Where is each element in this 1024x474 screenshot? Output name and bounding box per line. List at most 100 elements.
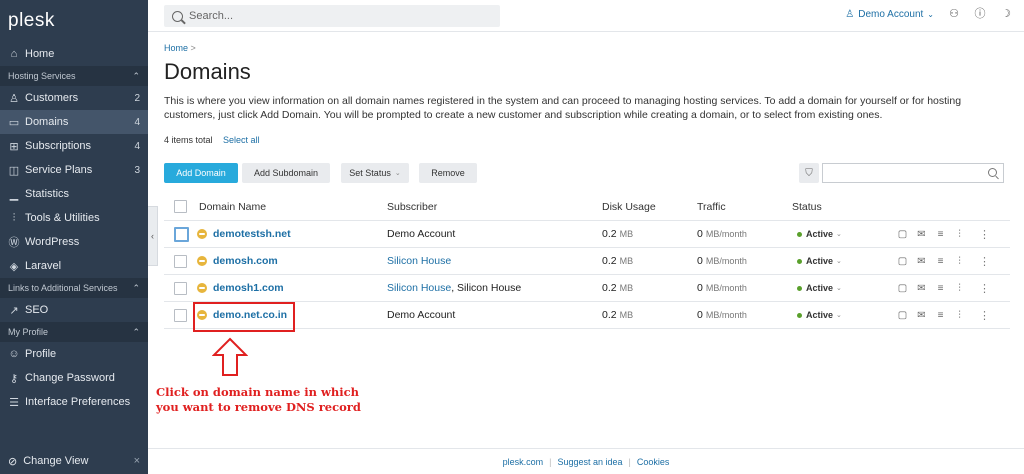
plesk-logo[interactable]: plesk: [0, 0, 148, 42]
up-arrow-annotation: [212, 337, 248, 376]
footer: plesk.com | Suggest an idea | Cookies: [148, 448, 1024, 474]
list-meta: 4 items total Select all: [164, 135, 1010, 145]
settings-sliders-icon[interactable]: ⫶: [954, 256, 965, 267]
status-dot: [797, 231, 802, 237]
footer-link-suggest[interactable]: Suggest an idea: [557, 457, 622, 467]
mail-icon[interactable]: ✉: [916, 256, 927, 267]
status-dropdown[interactable]: Active ⌄: [797, 221, 842, 247]
sidebar-item-subscriptions[interactable]: ⊞ Subscriptions 4: [0, 134, 148, 158]
chevron-down-icon: ⌄: [836, 312, 842, 319]
settings-sliders-icon[interactable]: ⫶: [954, 283, 965, 294]
status-dropdown[interactable]: Active ⌄: [797, 302, 842, 328]
section-links[interactable]: Links to Additional Services ⌃: [0, 278, 148, 298]
section-my-profile[interactable]: My Profile ⌃: [0, 322, 148, 342]
filter-button[interactable]: ⛉: [799, 163, 819, 183]
close-icon[interactable]: ×: [134, 455, 140, 467]
footer-link-plesk[interactable]: plesk.com: [503, 457, 544, 467]
sidebar-item-wordpress[interactable]: Ⓦ WordPress: [0, 230, 148, 254]
chevron-down-icon: ⌄: [836, 285, 842, 292]
domain-link[interactable]: demotestsh.net: [213, 228, 291, 240]
settings-sliders-icon[interactable]: ⫶: [954, 310, 965, 321]
mail-icon[interactable]: ✉: [916, 283, 927, 294]
add-subdomain-button[interactable]: Add Subdomain: [242, 163, 330, 183]
row-checkbox[interactable]: [174, 308, 187, 322]
more-menu-icon[interactable]: ⋮: [979, 275, 990, 301]
subscriber-name[interactable]: Silicon House: [387, 255, 451, 267]
mail-icon[interactable]: ✉: [916, 310, 927, 321]
column-header-domain[interactable]: Domain Name: [199, 193, 266, 220]
column-header-subscriber[interactable]: Subscriber: [387, 193, 437, 220]
domain-link[interactable]: demosh.com: [213, 255, 278, 267]
collapse-sidebar-toggle[interactable]: ‹: [148, 206, 158, 266]
sidebar-item-profile[interactable]: ☺ Profile: [0, 342, 148, 366]
row-checkbox[interactable]: [174, 226, 189, 242]
mail-icon[interactable]: ✉: [916, 229, 927, 240]
account-menu[interactable]: ♙ Demo Account ⌄: [845, 9, 934, 20]
list-search-input[interactable]: [822, 163, 1004, 183]
sidebar-item-domains[interactable]: ▭ Domains 4: [0, 110, 148, 134]
settings-sliders-icon[interactable]: ⫶: [954, 229, 965, 240]
table-row[interactable]: demosh.com Silicon House 0.2 MB 0 MB/month Act…: [164, 248, 1010, 275]
row-checkbox[interactable]: [174, 281, 187, 295]
status-text: Active: [806, 256, 834, 266]
chevron-up-icon: ⌃: [132, 282, 140, 293]
monitor-icon: ▭: [8, 116, 20, 129]
folder-icon[interactable]: ▢: [897, 256, 908, 267]
domain-link[interactable]: demosh1.com: [213, 282, 284, 294]
select-all-link[interactable]: Select all: [223, 135, 260, 145]
help-community-icon[interactable]: ⚇: [948, 8, 960, 20]
table-row[interactable]: demotestsh.net Demo Account 0.2 MB 0 MB/month…: [164, 221, 1010, 248]
status-dropdown[interactable]: Active ⌄: [797, 248, 842, 274]
column-header-status[interactable]: Status: [792, 193, 822, 220]
more-menu-icon[interactable]: ⋮: [979, 302, 990, 328]
breadcrumb[interactable]: Home >: [164, 43, 1010, 53]
sidebar-item-label: Service Plans: [25, 164, 93, 176]
page-description: This is where you view information on al…: [164, 95, 962, 121]
database-icon[interactable]: ≡: [935, 229, 946, 240]
search-input[interactable]: Search...: [164, 5, 500, 27]
sidebar-item-service-plans[interactable]: ◫ Service Plans 3: [0, 158, 148, 182]
sidebar-item-statistics[interactable]: ▁ Statistics: [0, 182, 148, 206]
database-icon[interactable]: ≡: [935, 256, 946, 267]
sidebar-item-change-password[interactable]: ⚷ Change Password: [0, 366, 148, 390]
database-icon[interactable]: ≡: [935, 310, 946, 321]
column-header-disk[interactable]: Disk Usage: [602, 193, 656, 220]
add-domain-button[interactable]: Add Domain: [164, 163, 238, 183]
set-status-button[interactable]: Set Status ⌄: [341, 163, 409, 183]
select-all-checkbox[interactable]: [174, 200, 187, 213]
footer-link-cookies[interactable]: Cookies: [637, 457, 670, 467]
subscriber-name[interactable]: Silicon House: [387, 282, 451, 294]
status-dropdown[interactable]: Active ⌄: [797, 275, 842, 301]
sidebar-item-tools[interactable]: ⫶ Tools & Utilities: [0, 206, 148, 230]
remove-button[interactable]: Remove: [419, 163, 477, 183]
sidebar-item-label: Customers: [25, 92, 79, 104]
user-icon: ♙: [845, 8, 855, 20]
seo-icon: ↗: [9, 304, 19, 317]
profile-icon: ☺: [8, 348, 20, 360]
list-icon: ☰: [9, 396, 19, 409]
table-row[interactable]: demosh1.com Silicon House, Silicon House 0…: [164, 275, 1010, 302]
moon-icon[interactable]: ☽: [1000, 8, 1012, 20]
sidebar-item-seo[interactable]: ↗ SEO: [0, 298, 148, 322]
row-checkbox[interactable]: [174, 254, 187, 268]
folder-icon[interactable]: ▢: [897, 283, 908, 294]
database-icon[interactable]: ≡: [935, 283, 946, 294]
more-menu-icon[interactable]: ⋮: [979, 221, 990, 247]
section-hosting-services[interactable]: Hosting Services ⌃: [0, 66, 148, 86]
sidebar-item-interface-preferences[interactable]: ☰ Interface Preferences: [0, 390, 148, 414]
column-header-traffic[interactable]: Traffic: [697, 193, 726, 220]
sidebar-item-label: Profile: [25, 348, 57, 360]
sidebar-item-home[interactable]: ⌂ Home: [0, 42, 148, 66]
folder-icon[interactable]: ▢: [897, 310, 908, 321]
more-menu-icon[interactable]: ⋮: [979, 248, 990, 274]
sliders-icon: ⫶: [12, 211, 16, 224]
traffic-value: 0: [697, 282, 703, 294]
help-icon[interactable]: ⓘ: [974, 8, 986, 20]
folder-icon[interactable]: ▢: [897, 229, 908, 240]
topbar-right: ♙ Demo Account ⌄ ⚇ ⓘ ☽: [845, 8, 1012, 20]
sidebar-item-customers[interactable]: ♙ Customers 2: [0, 86, 148, 110]
chevron-down-icon: ⌄: [836, 258, 842, 265]
sidebar-item-laravel[interactable]: ◈ Laravel: [0, 254, 148, 278]
globe-icon: [197, 283, 207, 293]
change-view-button[interactable]: ⊘ Change View ×: [0, 448, 148, 474]
